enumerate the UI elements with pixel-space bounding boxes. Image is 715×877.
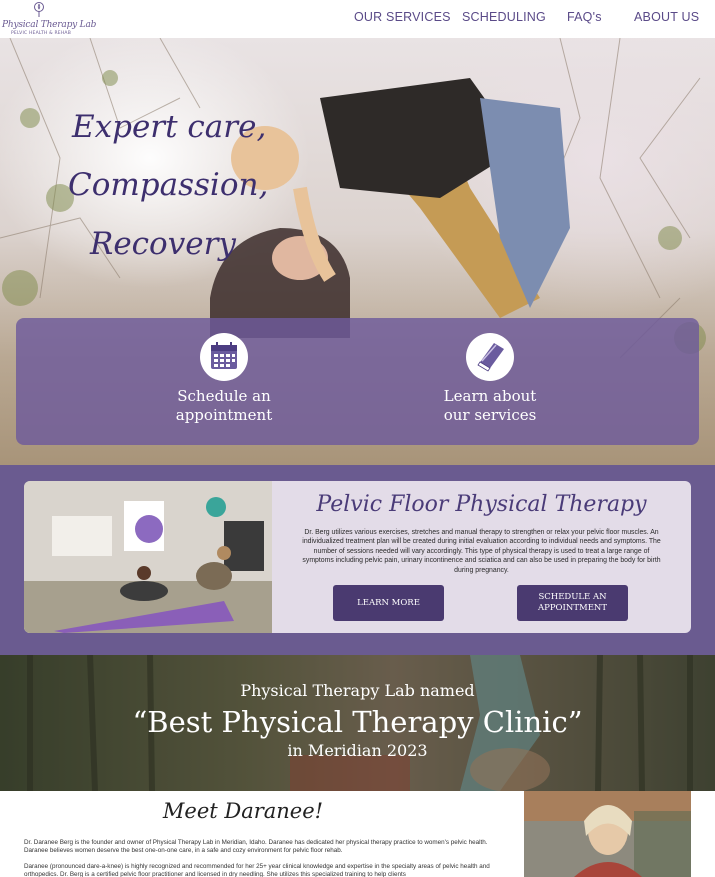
pelvic-floor-card: Pelvic Floor Physical Therapy Dr. Berg u…: [272, 481, 691, 633]
meet-paragraph-1: Dr. Daranee Berg is the founder and owne…: [24, 839, 488, 854]
hero-line-1: Expert care,: [72, 109, 267, 145]
nav-our-services[interactable]: OUR SERVICES: [354, 10, 451, 24]
schedule-cta-line2: appointment: [175, 406, 273, 424]
schedule-cta[interactable]: Schedule an appointment: [114, 333, 334, 425]
schedule-appointment-button[interactable]: SCHEDULE AN APPOINTMENT: [517, 585, 628, 621]
calendar-icon: [200, 333, 248, 381]
hero-section: Expert care, Compassion, Recovery Schedu…: [0, 38, 715, 465]
daranee-photo: [524, 791, 691, 877]
meet-section: Meet Daranee! Dr. Daranee Berg is the fo…: [0, 791, 715, 877]
schedule-cta-line1: Schedule an: [177, 387, 271, 405]
meet-paragraph-2: Daranee (pronounced dare-a-knee) is high…: [24, 863, 490, 877]
hero-line-3: Recovery: [90, 226, 236, 262]
logo[interactable]: Physical Therapy Lab PELVIC HEALTH & REH…: [0, 0, 97, 38]
hero-line-2: Compassion,: [68, 167, 269, 203]
schedule-button-line1: SCHEDULE AN: [538, 592, 607, 602]
pelvic-floor-title: Pelvic Floor Physical Therapy: [316, 492, 647, 517]
logo-subtitle: PELVIC HEALTH & REHAB: [11, 31, 71, 36]
nav-scheduling[interactable]: SCHEDULING: [462, 10, 546, 24]
pelvic-floor-description: Dr. Berg utilizes various exercises, str…: [302, 529, 661, 574]
award-banner: Physical Therapy Lab named “Best Physica…: [0, 655, 715, 791]
services-cta-line2: our services: [443, 406, 537, 424]
services-cta-line1: Learn about: [443, 387, 537, 405]
site-header: Physical Therapy Lab PELVIC HEALTH & REH…: [0, 0, 715, 38]
nav-faqs[interactable]: FAQ's: [567, 10, 602, 24]
lightbulb-logo-icon: [34, 2, 44, 17]
cta-panel: Schedule an appointment Learn about our …: [16, 318, 699, 445]
learn-more-button[interactable]: LEARN MORE: [333, 585, 444, 621]
award-line-2: “Best Physical Therapy Clinic”: [132, 705, 583, 739]
book-icon: [466, 333, 514, 381]
logo-title: Physical Therapy Lab: [2, 20, 97, 30]
award-line-1: Physical Therapy Lab named: [240, 681, 475, 700]
nav-about-us[interactable]: ABOUT US: [634, 10, 699, 24]
services-cta[interactable]: Learn about our services: [380, 333, 600, 425]
pelvic-floor-section: Pelvic Floor Physical Therapy Dr. Berg u…: [0, 465, 715, 655]
meet-title: Meet Daranee!: [162, 799, 324, 823]
award-line-3: in Meridian 2023: [287, 741, 428, 760]
schedule-button-line2: APPOINTMENT: [537, 603, 608, 613]
clinic-photo: [24, 481, 272, 633]
